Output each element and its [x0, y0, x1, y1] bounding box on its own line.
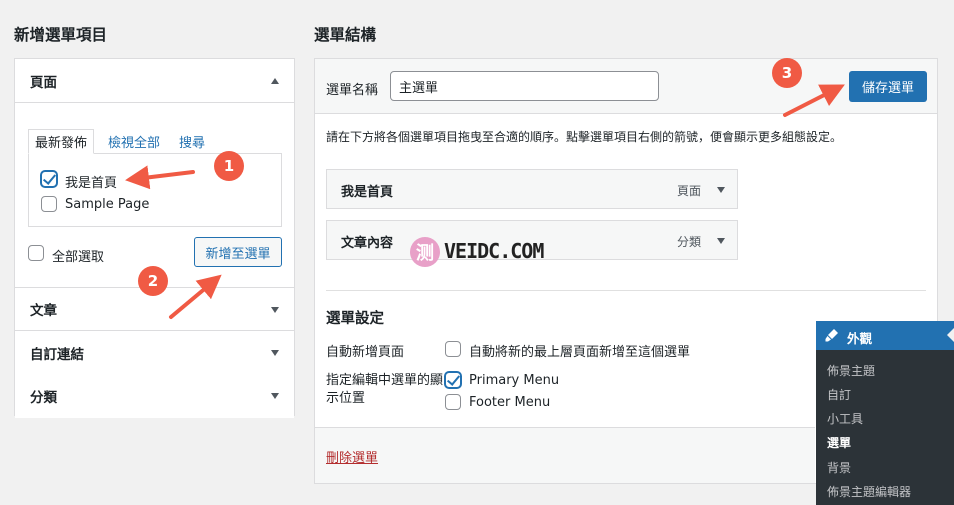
accordion-custom-links-title: 自訂連結: [30, 346, 84, 363]
accordion-categories-title: 分類: [30, 390, 57, 406]
menu-name-label: 選單名稱: [326, 83, 379, 98]
collapse-arrow-icon[interactable]: [271, 78, 279, 84]
admin-appearance-flyout: 外觀 佈景主題 自訂 小工具 選單 背景 佈景主題編輯器: [816, 321, 954, 505]
accordion-custom-links-header[interactable]: 自訂連結: [15, 331, 294, 375]
menu-name-input[interactable]: [390, 71, 659, 101]
page-label-sample: Sample Page: [65, 197, 150, 212]
flyout-item-customize[interactable]: 自訂: [827, 386, 851, 403]
expand-arrow-icon[interactable]: [717, 238, 725, 244]
flyout-item-themes[interactable]: 佈景主題: [827, 362, 875, 379]
menu-footer-bar: [315, 427, 815, 483]
location-checkbox-footer[interactable]: [445, 394, 461, 410]
menu-item-type: 分類: [676, 235, 701, 249]
menu-item-title: 我是首頁: [341, 185, 394, 200]
select-all-label: 全部選取: [52, 250, 105, 265]
menu-item-type: 頁面: [676, 184, 701, 198]
select-all-checkbox[interactable]: [28, 245, 44, 261]
appearance-menu-title: 外觀: [847, 331, 873, 346]
accordion-categories-header[interactable]: 分類: [15, 374, 294, 418]
menu-item-home[interactable]: 我是首頁 頁面: [326, 169, 738, 209]
expand-arrow-icon[interactable]: [271, 393, 279, 399]
tab-search[interactable]: 搜尋: [179, 129, 205, 154]
location-checkbox-primary[interactable]: [445, 372, 461, 388]
watermark-text: VEIDC.COM: [444, 239, 544, 263]
settings-divider: [326, 290, 926, 291]
add-to-menu-button[interactable]: 新增至選單: [194, 237, 282, 267]
menu-settings-heading: 選單設定: [326, 311, 384, 327]
location-label-primary: Primary Menu: [469, 373, 560, 388]
tab-view-all[interactable]: 檢視全部: [108, 129, 160, 154]
expand-arrow-icon[interactable]: [271, 307, 279, 313]
delete-menu-link[interactable]: 刪除選單: [326, 447, 378, 466]
flyout-item-menus[interactable]: 選單: [827, 434, 851, 451]
expand-arrow-icon[interactable]: [717, 187, 725, 193]
page-checkbox-home[interactable]: [41, 171, 57, 187]
flyout-item-background[interactable]: 背景: [827, 459, 851, 476]
auto-add-option-label: 自動將新的最上層頁面新增至這個選單: [469, 345, 691, 360]
menu-item-title: 文章內容: [341, 236, 394, 251]
current-pointer-icon: [947, 328, 954, 342]
auto-add-checkbox[interactable]: [445, 341, 461, 357]
step-badge-1: 1: [214, 151, 244, 181]
tab-most-recent[interactable]: 最新發佈: [28, 129, 95, 154]
add-menu-items-heading: 新增選單項目: [14, 26, 108, 44]
flyout-item-widgets[interactable]: 小工具: [827, 410, 863, 427]
flyout-item-theme-editor[interactable]: 佈景主題編輯器: [827, 483, 911, 500]
step-badge-3: 3: [772, 58, 802, 88]
accordion-posts-title: 文章: [30, 303, 57, 319]
accordion-pages-header[interactable]: 頁面: [15, 59, 294, 103]
watermark-logo: 测 VEIDC.COM: [410, 235, 550, 269]
auto-add-label: 自動新增頁面: [326, 345, 405, 360]
add-menu-items-panel: 頁面 最新發佈 檢視全部 搜尋 我是首頁 Sample Page 全部選取 新增…: [14, 58, 295, 418]
expand-arrow-icon[interactable]: [271, 350, 279, 356]
watermark-badge-icon: 测: [410, 237, 440, 267]
step-badge-2: 2: [138, 266, 168, 296]
page-label-home: 我是首頁: [65, 176, 118, 191]
appearance-menu-header[interactable]: 外觀: [816, 321, 954, 350]
pages-tabs: 最新發佈 檢視全部 搜尋: [28, 129, 282, 154]
menu-structure-heading: 選單結構: [314, 26, 377, 44]
paintbrush-icon: [825, 329, 838, 342]
save-menu-button[interactable]: 儲存選單: [849, 71, 927, 102]
menu-header-bar: 選單名稱 儲存選單: [315, 59, 937, 114]
menu-instructions: 請在下方將各個選單項目拖曳至合適的順序。點擊選單項目右側的箭號，便會顯示更多組態…: [326, 130, 843, 144]
page-checkbox-sample[interactable]: [41, 196, 57, 212]
location-label: 指定編輯中選單的顯示位置: [326, 373, 444, 406]
watermark-glyph: 测: [416, 243, 434, 264]
location-label-footer: Footer Menu: [469, 395, 551, 410]
accordion-pages-title: 頁面: [30, 74, 57, 91]
